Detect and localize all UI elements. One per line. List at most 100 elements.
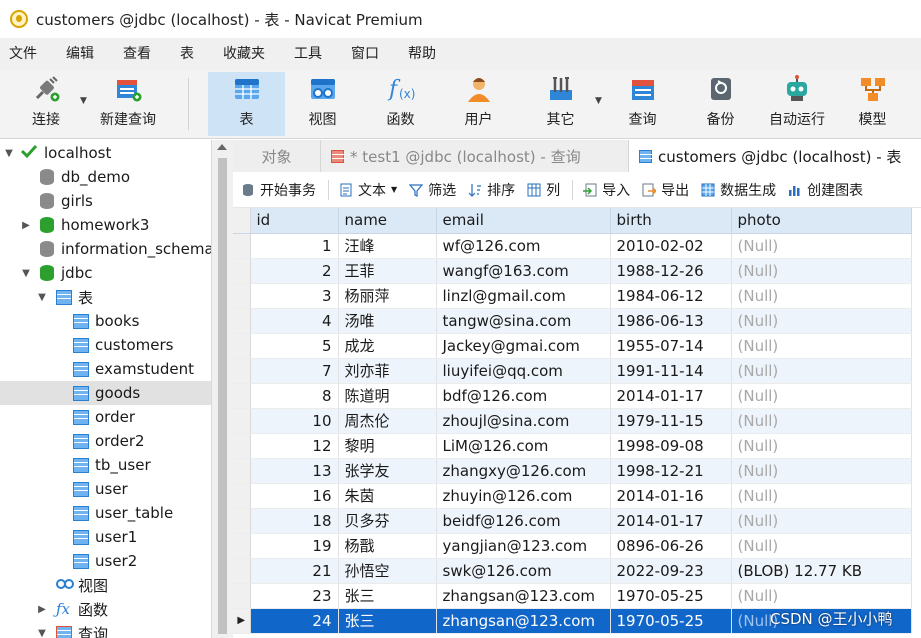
tree-table-tb-user[interactable]: tb_user <box>0 453 211 477</box>
cell-photo[interactable]: (Null) <box>731 533 912 559</box>
tree-table-order[interactable]: order <box>0 405 211 429</box>
cell-email[interactable]: wf@126.com <box>436 233 611 259</box>
table-row[interactable]: 16 朱茵 zhuyin@126.com 2014-01-16 (Null) <box>233 483 912 509</box>
dropdown-caret-icon[interactable]: ▼ <box>391 185 397 194</box>
cell-id[interactable]: 19 <box>250 533 339 559</box>
collapse-arrow-icon[interactable]: ▼ <box>36 292 48 303</box>
cell-id[interactable]: 13 <box>250 458 339 484</box>
row-selector[interactable]: ▶ <box>233 608 251 634</box>
cell-name[interactable]: 汪峰 <box>338 233 437 259</box>
menu-edit[interactable]: 编辑 <box>57 38 107 70</box>
create-chart-button[interactable]: 创建图表 <box>788 180 863 200</box>
tree-information-schema[interactable]: information_schema <box>0 237 211 261</box>
row-selector[interactable] <box>233 233 251 259</box>
cell-id[interactable]: 21 <box>250 558 339 584</box>
menu-help[interactable]: 帮助 <box>399 38 449 70</box>
cell-name[interactable]: 刘亦菲 <box>338 358 437 384</box>
cell-photo[interactable]: (Null) <box>731 583 912 609</box>
view-button[interactable]: 视图 <box>290 72 355 136</box>
tree-girls[interactable]: girls <box>0 189 211 213</box>
tree-table-user[interactable]: user <box>0 477 211 501</box>
cell-name[interactable]: 周杰伦 <box>338 408 437 434</box>
table-row[interactable]: 21 孙悟空 swk@126.com 2022-09-23 (BLOB) 12.77 K… <box>233 558 912 584</box>
cell-name[interactable]: 张三 <box>338 583 437 609</box>
cell-photo[interactable]: (Null) <box>731 283 912 309</box>
cell-birth[interactable]: 2014-01-17 <box>610 508 732 534</box>
table-row[interactable]: 19 杨戬 yangjian@123.com 0896-06-26 (Null) <box>233 533 912 559</box>
user-button[interactable]: 用户 <box>446 72 511 136</box>
cell-name[interactable]: 朱茵 <box>338 483 437 509</box>
cell-email[interactable]: beidf@126.com <box>436 508 611 534</box>
cell-email[interactable]: LiM@126.com <box>436 433 611 459</box>
cell-email[interactable]: zhangxy@126.com <box>436 458 611 484</box>
cell-birth[interactable]: 1984-06-12 <box>610 283 732 309</box>
cell-email[interactable]: zhoujl@sina.com <box>436 408 611 434</box>
other-dropdown-icon[interactable]: ▼ <box>595 96 602 106</box>
tree-homework3[interactable]: ▶ homework3 <box>0 213 211 237</box>
cell-name[interactable]: 孙悟空 <box>338 558 437 584</box>
cell-birth[interactable]: 1991-11-14 <box>610 358 732 384</box>
cell-id[interactable]: 24 <box>250 608 339 634</box>
cell-name[interactable]: 成龙 <box>338 333 437 359</box>
cell-id[interactable]: 7 <box>250 358 339 384</box>
cell-email[interactable]: zhuyin@126.com <box>436 483 611 509</box>
cell-id[interactable]: 4 <box>250 308 339 334</box>
corner-cell[interactable] <box>233 208 251 234</box>
row-selector[interactable] <box>233 333 251 359</box>
cell-birth[interactable]: 1998-09-08 <box>610 433 732 459</box>
cell-birth[interactable]: 1955-07-14 <box>610 333 732 359</box>
cell-name[interactable]: 张三 <box>338 608 437 634</box>
cell-id[interactable]: 12 <box>250 433 339 459</box>
column-header-name[interactable]: name <box>338 208 437 234</box>
begin-transaction-button[interactable]: 开始事务 <box>241 180 316 200</box>
cell-email[interactable]: swk@126.com <box>436 558 611 584</box>
cell-photo[interactable]: (Null) <box>731 483 912 509</box>
model-button[interactable]: 模型 <box>840 72 905 136</box>
column-header-email[interactable]: email <box>436 208 611 234</box>
cell-photo[interactable]: (Null) <box>731 433 912 459</box>
menu-file[interactable]: 文件 <box>0 38 50 70</box>
table-button[interactable]: 表 <box>208 72 285 136</box>
automation-button[interactable]: 自动运行 <box>760 72 834 136</box>
menu-tools[interactable]: 工具 <box>285 38 335 70</box>
connect-button[interactable]: 连接 <box>14 72 78 136</box>
table-row[interactable]: 4 汤唯 tangw@sina.com 1986-06-13 (Null) <box>233 308 912 334</box>
connect-dropdown-icon[interactable]: ▼ <box>80 96 87 106</box>
cell-id[interactable]: 16 <box>250 483 339 509</box>
expand-arrow-icon[interactable]: ▶ <box>36 604 48 615</box>
column-header-id[interactable]: id <box>250 208 339 234</box>
tree-table-goods[interactable]: goods <box>0 381 211 405</box>
menu-view[interactable]: 查看 <box>114 38 164 70</box>
table-row[interactable]: 18 贝多芬 beidf@126.com 2014-01-17 (Null) <box>233 508 912 534</box>
table-row[interactable]: 7 刘亦菲 liuyifei@qq.com 1991-11-14 (Null) <box>233 358 912 384</box>
table-row[interactable]: 3 杨丽萍 linzl@gmail.com 1984-06-12 (Null) <box>233 283 912 309</box>
expand-arrow-icon[interactable]: ▶ <box>20 220 32 231</box>
row-selector[interactable] <box>233 508 251 534</box>
row-selector[interactable] <box>233 583 251 609</box>
table-row[interactable]: 8 陈道明 bdf@126.com 2014-01-17 (Null) <box>233 383 912 409</box>
cell-id[interactable]: 23 <box>250 583 339 609</box>
cell-id[interactable]: 1 <box>250 233 339 259</box>
function-button[interactable]: f (x) 函数 <box>368 72 433 136</box>
cell-photo[interactable]: (Null) <box>731 308 912 334</box>
tree-table-user-table[interactable]: user_table <box>0 501 211 525</box>
backup-button[interactable]: 备份 <box>688 72 753 136</box>
cell-email[interactable]: liuyifei@qq.com <box>436 358 611 384</box>
table-row[interactable]: 23 张三 zhangsan@123.com 1970-05-25 (Null) <box>233 583 912 609</box>
menu-table[interactable]: 表 <box>171 38 207 70</box>
row-selector[interactable] <box>233 533 251 559</box>
tree-table-examstudent[interactable]: examstudent <box>0 357 211 381</box>
table-row[interactable]: 10 周杰伦 zhoujl@sina.com 1979-11-15 (Null) <box>233 408 912 434</box>
text-button[interactable]: 文本 ▼ <box>339 180 397 200</box>
tree-table-user2[interactable]: user2 <box>0 549 211 573</box>
menu-favorites[interactable]: 收藏夹 <box>214 38 278 70</box>
tree-localhost[interactable]: ▼ localhost <box>0 141 211 165</box>
cell-id[interactable]: 10 <box>250 408 339 434</box>
filter-button[interactable]: 筛选 <box>409 180 456 200</box>
cell-id[interactable]: 5 <box>250 333 339 359</box>
cell-birth[interactable]: 1986-06-13 <box>610 308 732 334</box>
cell-photo[interactable]: (Null) <box>731 383 912 409</box>
table-row[interactable]: 2 王菲 wangf@163.com 1988-12-26 (Null) <box>233 258 912 284</box>
row-selector[interactable] <box>233 408 251 434</box>
cell-photo[interactable]: (Null) <box>731 258 912 284</box>
